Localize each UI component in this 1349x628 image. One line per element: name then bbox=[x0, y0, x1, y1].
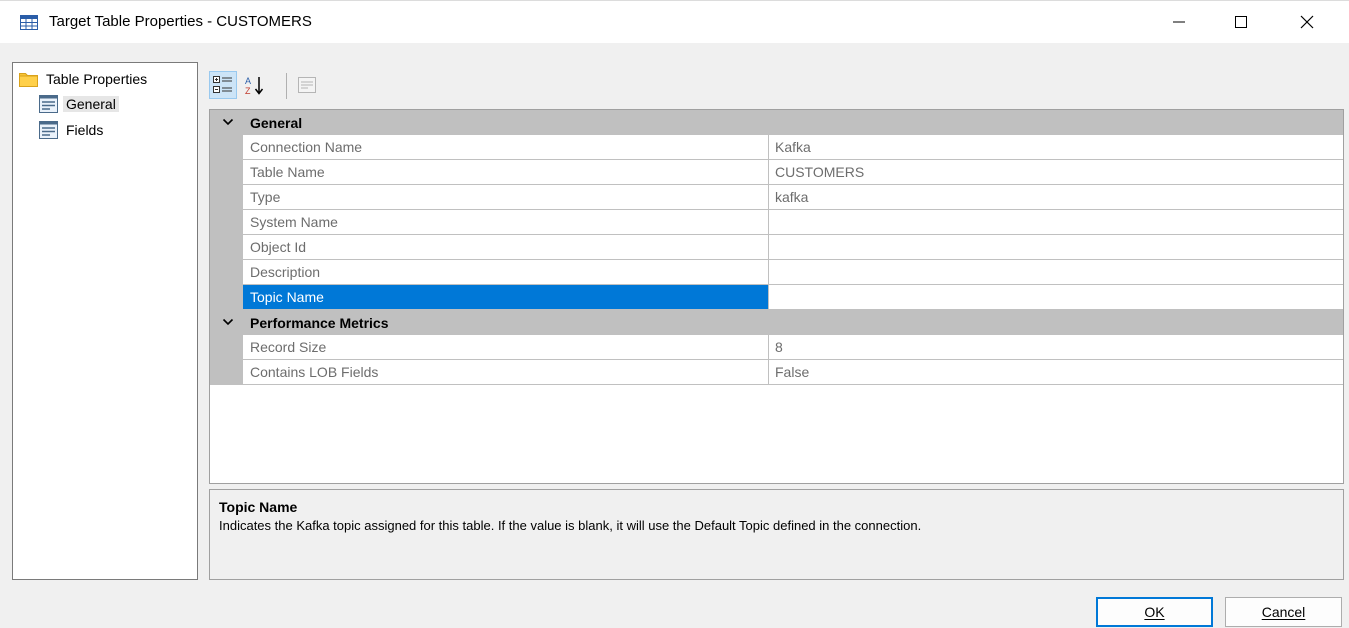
property-row-contains-lob-fields[interactable]: Contains LOB Fields False bbox=[243, 360, 1343, 385]
property-name: Table Name bbox=[243, 160, 769, 184]
property-value[interactable]: kafka bbox=[769, 185, 1343, 209]
tree-item-table-properties[interactable]: Table Properties bbox=[19, 69, 150, 89]
svg-text:Z: Z bbox=[245, 86, 251, 95]
description-pane: Topic Name Indicates the Kafka topic ass… bbox=[209, 489, 1344, 580]
page-icon bbox=[39, 121, 58, 139]
maximize-button[interactable] bbox=[1212, 1, 1270, 43]
categorized-icon bbox=[213, 76, 232, 93]
folder-icon bbox=[19, 73, 38, 87]
window-title: Target Table Properties - CUSTOMERS bbox=[49, 13, 312, 30]
ok-button-label: OK bbox=[1144, 604, 1165, 620]
property-row-type[interactable]: Type kafka bbox=[243, 185, 1343, 210]
maximize-icon bbox=[1235, 16, 1247, 28]
property-grid: General Connection Name Kafka Table Name… bbox=[209, 109, 1344, 484]
property-pages-icon bbox=[298, 77, 316, 93]
property-row-connection-name[interactable]: Connection Name Kafka bbox=[243, 135, 1343, 160]
toolbar-separator bbox=[286, 73, 287, 99]
property-name: Connection Name bbox=[243, 135, 769, 159]
property-row-record-size[interactable]: Record Size 8 bbox=[243, 335, 1343, 360]
grid-gutter bbox=[210, 335, 243, 385]
description-text: Indicates the Kafka topic assigned for t… bbox=[219, 518, 922, 533]
sort-az-icon: A Z bbox=[245, 76, 264, 95]
property-name: Object Id bbox=[243, 235, 769, 259]
property-value[interactable]: CUSTOMERS bbox=[769, 160, 1343, 184]
property-grid-toolbar: A Z bbox=[209, 69, 509, 103]
close-button[interactable] bbox=[1278, 1, 1336, 43]
title-bar[interactable]: Target Table Properties - CUSTOMERS bbox=[0, 1, 1349, 43]
property-value[interactable] bbox=[769, 210, 1343, 234]
chevron-down-icon[interactable] bbox=[222, 316, 234, 328]
property-name: Topic Name bbox=[243, 285, 769, 309]
tree-item-general[interactable]: General bbox=[39, 94, 119, 114]
property-row-topic-name[interactable]: Topic Name bbox=[243, 285, 1343, 310]
page-icon bbox=[39, 95, 58, 113]
category-performance-metrics[interactable]: Performance Metrics bbox=[210, 310, 1343, 335]
category-label: General bbox=[250, 115, 303, 131]
navigation-tree: Table Properties General Fields bbox=[12, 62, 198, 580]
close-icon bbox=[1300, 15, 1314, 29]
grid-gutter bbox=[210, 135, 243, 310]
tree-item-label: General bbox=[63, 96, 119, 112]
category-general[interactable]: General bbox=[210, 110, 1343, 135]
table-icon bbox=[20, 15, 38, 30]
tree-item-label: Fields bbox=[66, 122, 104, 138]
property-value[interactable]: 8 bbox=[769, 335, 1343, 359]
categorized-button[interactable] bbox=[209, 71, 237, 99]
property-value[interactable] bbox=[769, 285, 1343, 309]
property-row-description[interactable]: Description bbox=[243, 260, 1343, 285]
cancel-button[interactable]: Cancel bbox=[1225, 597, 1342, 627]
tree-item-fields[interactable]: Fields bbox=[39, 120, 106, 140]
property-pages-button[interactable] bbox=[293, 71, 321, 99]
ok-button[interactable]: OK bbox=[1096, 597, 1213, 627]
svg-text:A: A bbox=[245, 76, 251, 86]
property-name: Description bbox=[243, 260, 769, 284]
property-name: Contains LOB Fields bbox=[243, 360, 769, 384]
cancel-button-label: Cancel bbox=[1261, 604, 1306, 620]
minimize-icon bbox=[1173, 21, 1185, 23]
property-name: Record Size bbox=[243, 335, 769, 359]
property-row-table-name[interactable]: Table Name CUSTOMERS bbox=[243, 160, 1343, 185]
property-row-system-name[interactable]: System Name bbox=[243, 210, 1343, 235]
property-name: System Name bbox=[243, 210, 769, 234]
alphabetical-button[interactable]: A Z bbox=[241, 71, 269, 99]
property-value[interactable]: Kafka bbox=[769, 135, 1343, 159]
property-value[interactable]: False bbox=[769, 360, 1343, 384]
minimize-button[interactable] bbox=[1150, 1, 1208, 43]
property-value[interactable] bbox=[769, 260, 1343, 284]
description-title: Topic Name bbox=[219, 499, 298, 515]
property-name: Type bbox=[243, 185, 769, 209]
properties-dialog: Target Table Properties - CUSTOMERS Tabl… bbox=[0, 0, 1349, 628]
chevron-down-icon[interactable] bbox=[222, 116, 234, 128]
tree-item-label: Table Properties bbox=[46, 71, 148, 87]
category-label: Performance Metrics bbox=[250, 315, 389, 331]
property-row-object-id[interactable]: Object Id bbox=[243, 235, 1343, 260]
property-value[interactable] bbox=[769, 235, 1343, 259]
